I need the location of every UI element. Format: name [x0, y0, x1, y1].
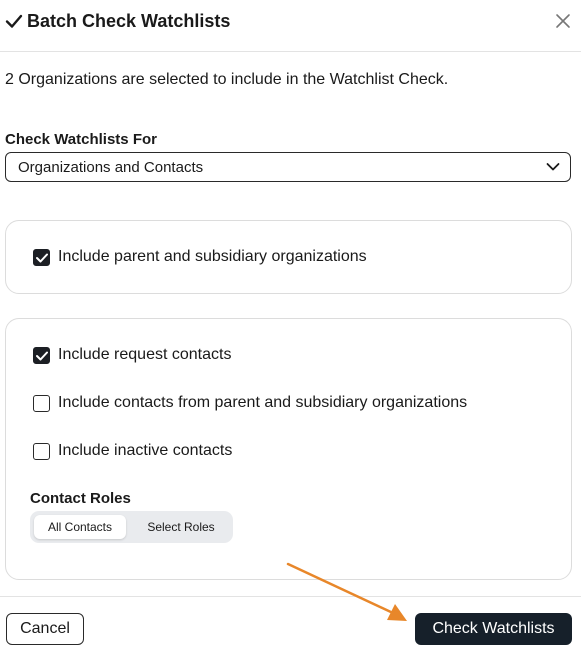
cancel-button[interactable]: Cancel — [6, 613, 84, 645]
contacts-parent-subsidiary-checkbox[interactable] — [33, 395, 50, 412]
contact-options-card: Include request contacts Include contact… — [5, 318, 572, 580]
close-icon[interactable] — [555, 13, 571, 29]
chevron-down-icon — [546, 163, 560, 171]
check-for-select[interactable]: Organizations and Contacts — [5, 152, 571, 182]
contact-roles-toggle: All Contacts Select Roles — [30, 511, 233, 543]
inactive-contacts-label: Include inactive contacts — [58, 442, 233, 459]
check-for-value: Organizations and Contacts — [18, 159, 204, 176]
check-watchlists-button[interactable]: Check Watchlists — [415, 613, 572, 645]
all-contacts-tab[interactable]: All Contacts — [34, 515, 126, 539]
dialog-title: Batch Check Watchlists — [27, 11, 231, 31]
parent-subsidiary-checkbox[interactable] — [33, 249, 50, 266]
contact-roles-label: Contact Roles — [30, 490, 131, 507]
organization-options-card: Include parent and subsidiary organizati… — [5, 220, 572, 294]
request-contacts-checkbox[interactable] — [33, 347, 50, 364]
contacts-parent-subsidiary-label: Include contacts from parent and subsidi… — [58, 394, 468, 411]
check-icon — [5, 14, 23, 28]
check-icon — [36, 253, 48, 263]
dialog-header: Batch Check Watchlists — [0, 0, 581, 52]
footer-divider — [0, 596, 581, 597]
parent-subsidiary-label: Include parent and subsidiary organizati… — [58, 248, 367, 265]
check-icon — [36, 351, 48, 361]
select-roles-tab[interactable]: Select Roles — [132, 515, 230, 539]
inactive-contacts-checkbox[interactable] — [33, 443, 50, 460]
selection-summary: 2 Organizations are selected to include … — [5, 71, 449, 88]
check-for-label: Check Watchlists For — [5, 131, 157, 148]
request-contacts-label: Include request contacts — [58, 346, 232, 363]
